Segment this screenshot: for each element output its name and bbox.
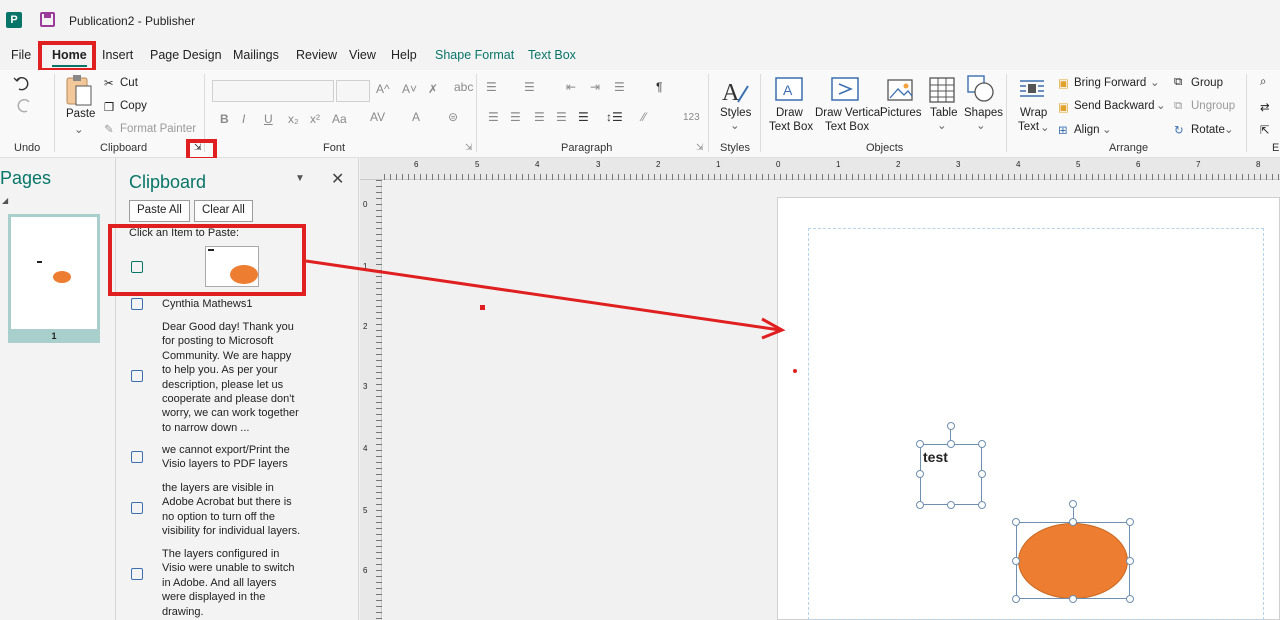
annotation-arrow — [305, 259, 786, 340]
